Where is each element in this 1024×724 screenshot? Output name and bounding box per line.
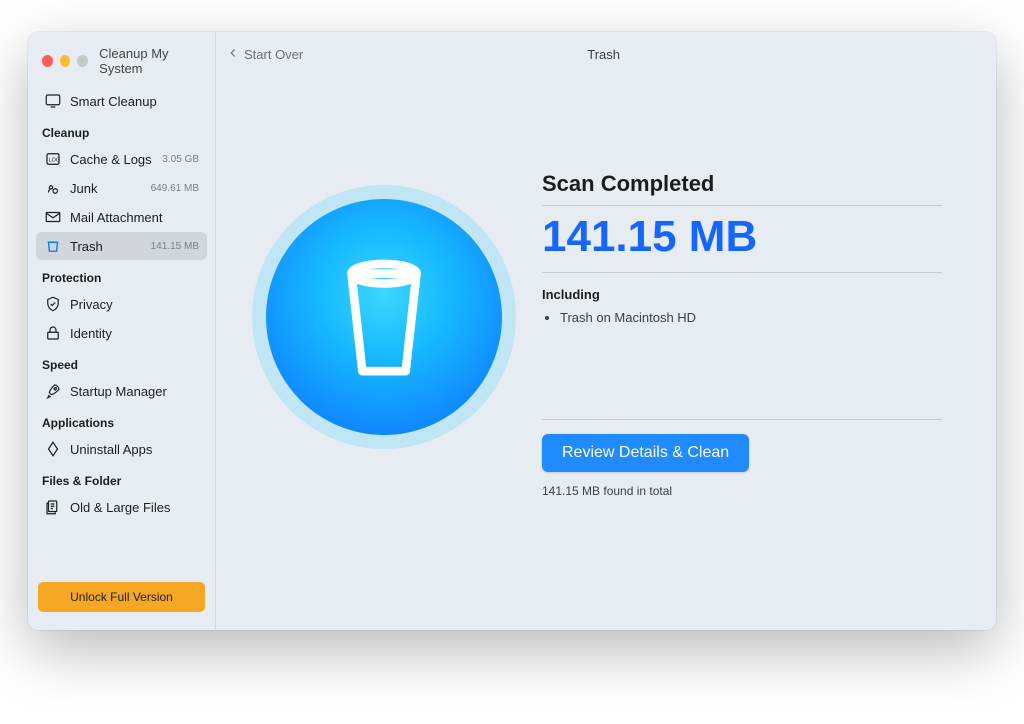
including-item: Trash on Macintosh HD	[560, 310, 942, 325]
start-over-button[interactable]: Start Over	[224, 46, 303, 63]
zoom-window-button[interactable]	[77, 55, 88, 67]
sidebar-item-label: Uninstall Apps	[70, 442, 199, 457]
close-window-button[interactable]	[42, 55, 53, 67]
minimize-window-button[interactable]	[60, 55, 71, 67]
topbar: Start Over Trash	[216, 32, 996, 73]
trash-illustration	[266, 199, 502, 435]
including-list: Trash on Macintosh HD	[542, 310, 942, 325]
mail-icon	[44, 208, 62, 226]
sidebar-item-trash[interactable]: Trash 141.15 MB	[36, 232, 207, 260]
sidebar-item-cache-logs[interactable]: LOG Cache & Logs 3.05 GB	[36, 145, 207, 173]
content: Scan Completed 141.15 MB Including Trash…	[216, 73, 996, 630]
chevron-left-icon	[226, 46, 240, 63]
sidebar: Cleanup My System Smart Cleanup Cleanup …	[28, 32, 216, 630]
monitor-icon	[44, 92, 62, 110]
lock-icon	[44, 324, 62, 342]
sidebar-item-value: 649.61 MB	[151, 183, 199, 194]
sidebar-item-identity[interactable]: Identity	[36, 319, 207, 347]
sidebar-item-label: Startup Manager	[70, 384, 199, 399]
sidebar-items: Smart Cleanup Cleanup LOG Cache & Logs 3…	[28, 86, 215, 574]
files-icon	[44, 498, 62, 516]
sidebar-item-value: 141.15 MB	[151, 241, 199, 252]
sidebar-item-label: Junk	[70, 181, 143, 196]
sidebar-item-label: Trash	[70, 239, 143, 254]
page-title: Trash	[303, 47, 904, 62]
scan-title: Scan Completed	[542, 171, 942, 206]
sidebar-item-label: Smart Cleanup	[70, 94, 199, 109]
found-total: 141.15 MB found in total	[542, 484, 942, 498]
sidebar-item-label: Privacy	[70, 297, 199, 312]
section-header-protection: Protection	[34, 261, 209, 289]
sidebar-item-privacy[interactable]: Privacy	[36, 290, 207, 318]
sidebar-item-label: Identity	[70, 326, 199, 341]
sidebar-item-mail-attachment[interactable]: Mail Attachment	[36, 203, 207, 231]
back-label: Start Over	[244, 47, 303, 62]
trash-icon	[44, 237, 62, 255]
rocket-icon	[44, 382, 62, 400]
app-icon	[44, 440, 62, 458]
sidebar-item-startup-manager[interactable]: Startup Manager	[36, 377, 207, 405]
review-details-clean-button[interactable]: Review Details & Clean	[542, 434, 749, 472]
sidebar-item-old-large-files[interactable]: Old & Large Files	[36, 493, 207, 521]
section-header-speed: Speed	[34, 348, 209, 376]
app-title: Cleanup My System	[99, 46, 203, 76]
app-window: Cleanup My System Smart Cleanup Cleanup …	[28, 32, 996, 630]
sidebar-item-value: 3.05 GB	[162, 154, 199, 165]
sidebar-item-junk[interactable]: Junk 649.61 MB	[36, 174, 207, 202]
sidebar-item-uninstall-apps[interactable]: Uninstall Apps	[36, 435, 207, 463]
sidebar-item-label: Mail Attachment	[70, 210, 199, 225]
log-icon: LOG	[44, 150, 62, 168]
main-panel: Start Over Trash Scan Completed 141.15 M…	[216, 32, 996, 630]
svg-text:LOG: LOG	[49, 158, 60, 164]
window-titlebar: Cleanup My System	[28, 32, 215, 86]
including-label: Including	[542, 287, 942, 302]
scan-size: 141.15 MB	[542, 206, 942, 273]
unlock-full-version-button[interactable]: Unlock Full Version	[38, 582, 205, 612]
sidebar-item-label: Old & Large Files	[70, 500, 199, 515]
scan-results: Scan Completed 141.15 MB Including Trash…	[542, 153, 942, 498]
shield-icon	[44, 295, 62, 313]
section-header-files-folder: Files & Folder	[34, 464, 209, 492]
sidebar-item-label: Cache & Logs	[70, 152, 154, 167]
section-header-applications: Applications	[34, 406, 209, 434]
junk-icon	[44, 179, 62, 197]
section-header-cleanup: Cleanup	[34, 116, 209, 144]
sidebar-item-smart-cleanup[interactable]: Smart Cleanup	[36, 87, 207, 115]
